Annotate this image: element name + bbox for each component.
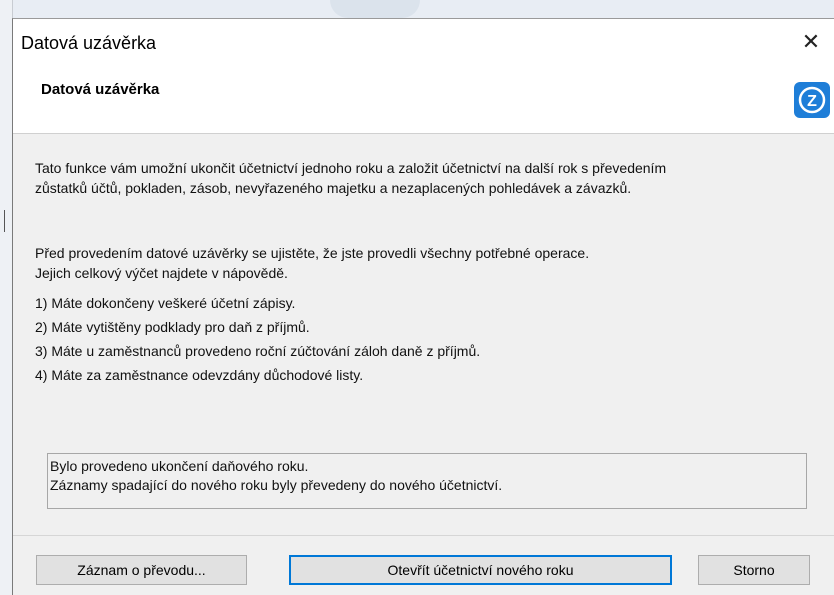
dialog-header-panel: Datová uzávěrka Z bbox=[13, 67, 834, 134]
app-logo-graphic: Z bbox=[798, 86, 826, 114]
instruction-line: Jejich celkový výčet najdete v nápovědě. bbox=[35, 265, 288, 281]
checklist-item: 1) Máte dokončeny veškeré účetní zápisy. bbox=[35, 295, 296, 311]
open-new-year-button[interactable]: Otevřít účetnictví nového roku bbox=[289, 555, 672, 585]
transfer-record-button[interactable]: Záznam o převodu... bbox=[36, 555, 247, 585]
dialog-titlebar: Datová uzávěrka ✕ bbox=[13, 19, 834, 67]
app-logo-letter: Z bbox=[807, 93, 817, 110]
cancel-button[interactable]: Storno bbox=[698, 555, 810, 585]
button-separator bbox=[13, 535, 834, 536]
checklist-item: 4) Máte za zaměstnance odevzdány důchodo… bbox=[35, 367, 364, 383]
instruction-line: Před provedením datové uzávěrky se ujist… bbox=[35, 245, 590, 261]
dialog-window-title: Datová uzávěrka bbox=[21, 33, 157, 53]
description-line: zůstatků účtů, pokladen, zásob, nevyřaze… bbox=[35, 180, 632, 196]
description-paragraph: Tato funkce vám umožní ukončit účetnictv… bbox=[35, 158, 815, 198]
status-line: Záznamy spadající do nového roku byly př… bbox=[50, 477, 503, 493]
app-logo-icon: Z bbox=[794, 82, 830, 118]
header-title: Datová uzávěrka bbox=[41, 81, 160, 98]
checklist-item: 3) Máte u zaměstnanců provedeno roční zú… bbox=[35, 343, 481, 359]
description-line: Tato funkce vám umožní ukončit účetnictv… bbox=[35, 160, 667, 176]
checklist: 1) Máte dokončeny veškeré účetní zápisy.… bbox=[35, 291, 815, 387]
close-button[interactable]: ✕ bbox=[796, 27, 826, 57]
close-icon: ✕ bbox=[801, 29, 821, 54]
checklist-item: 2) Máte vytištěny podklady pro daň z pří… bbox=[35, 319, 310, 335]
instruction-paragraph: Před provedením datové uzávěrky se ujist… bbox=[35, 243, 815, 283]
status-line: Bylo provedeno ukončení daňového roku. bbox=[50, 458, 309, 474]
year-closing-dialog: Datová uzávěrka ✕ Datová uzávěrka Z Tato… bbox=[12, 18, 834, 595]
status-info-box: Bylo provedeno ukončení daňového roku. Z… bbox=[47, 453, 807, 509]
background-decoration bbox=[330, 0, 420, 18]
background-divider bbox=[4, 210, 5, 232]
